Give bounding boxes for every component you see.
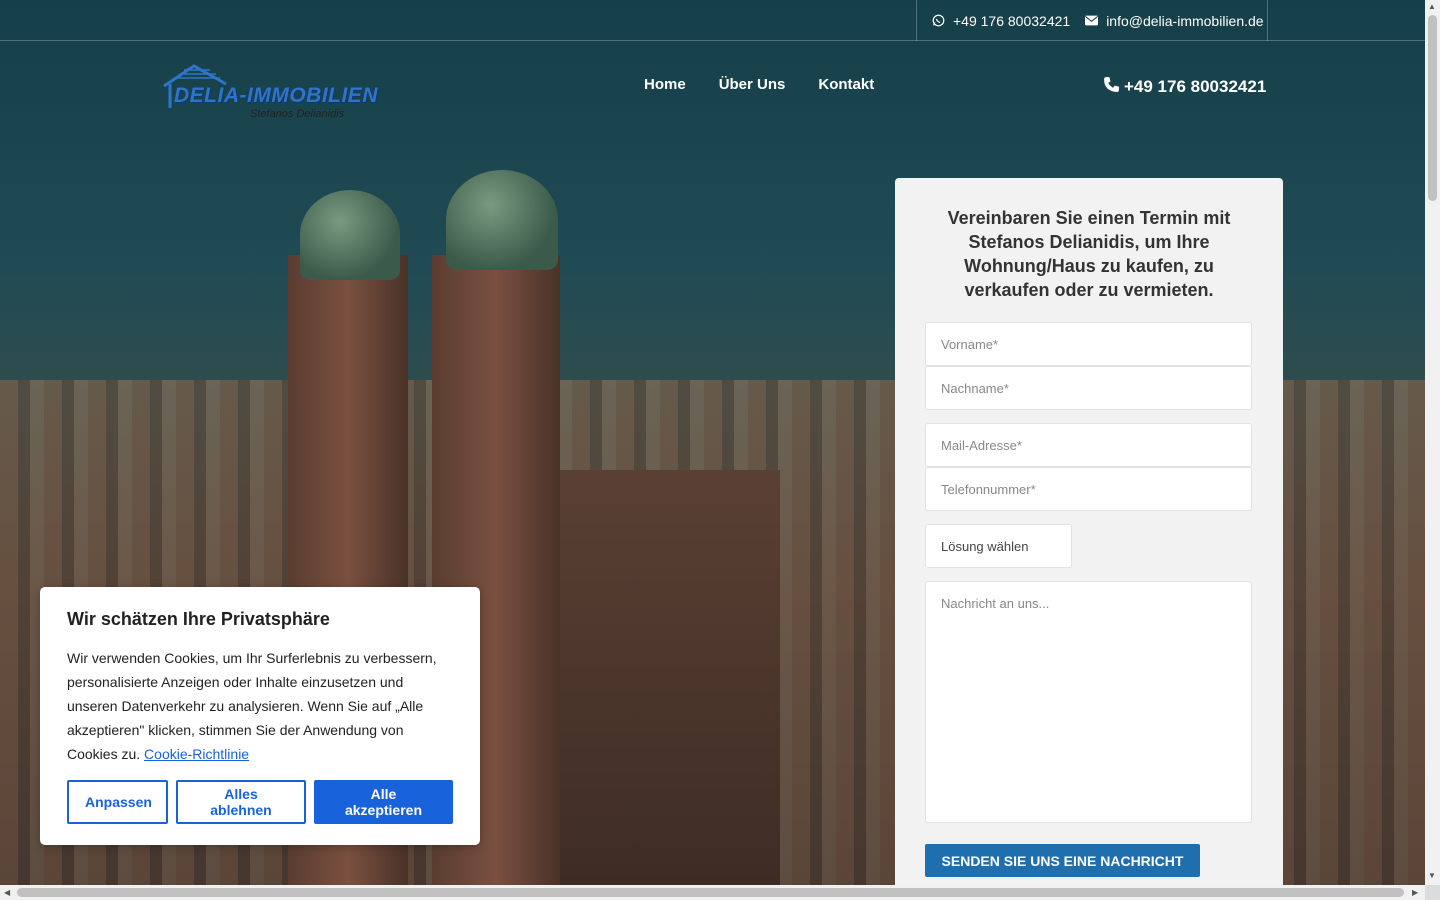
reject-all-button[interactable]: Alles ablehnen [176, 780, 306, 824]
nav-contact[interactable]: Kontakt [818, 76, 874, 93]
top-bar: +49 176 80032421 info@delia-immobilien.d… [0, 0, 1425, 41]
main-nav: Home Über Uns Kontakt [644, 76, 874, 93]
firstname-input[interactable] [925, 322, 1252, 366]
horizontal-scroll-thumb[interactable] [17, 888, 1404, 897]
cookie-description: Wir verwenden Cookies, um Ihr Surferlebn… [67, 650, 437, 762]
form-title: Vereinbaren Sie einen Termin mit Stefano… [947, 208, 1231, 300]
customize-button[interactable]: Anpassen [67, 780, 168, 824]
appointment-form: Vereinbaren Sie einen Termin mit Stefano… [895, 178, 1283, 898]
phone-input[interactable] [925, 467, 1252, 511]
cookie-title: Wir schätzen Ihre Privatsphäre [67, 609, 330, 629]
church-dome-left [300, 190, 400, 280]
vertical-scroll-thumb[interactable] [1428, 15, 1437, 201]
church-dome-right [446, 170, 558, 270]
cookie-text: Wir verwenden Cookies, um Ihr Surferlebn… [67, 646, 453, 766]
cookie-policy-link[interactable]: Cookie-Richtlinie [144, 746, 249, 762]
message-textarea[interactable] [925, 581, 1252, 823]
whatsapp-contact[interactable]: +49 176 80032421 [931, 13, 1070, 29]
accept-all-button[interactable]: Alle akzeptieren [314, 780, 453, 824]
cookie-buttons: Anpassen Alles ablehnen Alle akzeptieren [67, 780, 453, 824]
email-input[interactable] [925, 423, 1252, 467]
nav-home[interactable]: Home [644, 76, 686, 93]
header-phone-link[interactable]: +49 176 80032421 [1103, 76, 1266, 98]
horizontal-scrollbar[interactable]: ◀ ▶ [0, 885, 1425, 900]
scroll-right-arrow-icon[interactable]: ▶ [1412, 888, 1418, 897]
solution-select-label: Lösung wählen [941, 538, 1029, 554]
phone-icon [1103, 76, 1120, 98]
envelope-icon [1084, 14, 1098, 28]
solution-select[interactable]: Lösung wählen [925, 524, 1072, 568]
vertical-scrollbar[interactable]: ▲ ▼ [1425, 0, 1440, 885]
cookie-consent-dialog: Wir schätzen Ihre Privatsphäre Wir verwe… [40, 587, 480, 845]
header-phone-number: +49 176 80032421 [1124, 77, 1267, 96]
logo-subtitle: Stefanos Delianidis [250, 108, 345, 120]
whatsapp-icon [931, 14, 945, 28]
scroll-up-arrow-icon[interactable]: ▲ [1428, 2, 1436, 11]
submit-button[interactable]: SENDEN SIE UNS EINE NACHRICHT [925, 844, 1200, 877]
site-logo[interactable]: DELIA-IMMOBILIEN Stefanos Delianidis [162, 64, 402, 122]
scrollbar-corner [1425, 885, 1440, 900]
email-contact[interactable]: info@delia-immobilien.de [1084, 12, 1264, 29]
scroll-down-arrow-icon[interactable]: ▼ [1428, 871, 1436, 880]
logo-wordmark: DELIA-IMMOBILIEN [174, 84, 378, 107]
email-address: info@delia-immobilien.de [1106, 12, 1264, 29]
whatsapp-number: +49 176 80032421 [953, 12, 1071, 29]
contact-strip: +49 176 80032421 info@delia-immobilien.d… [916, 0, 1268, 41]
scroll-left-arrow-icon[interactable]: ◀ [4, 888, 10, 897]
lastname-input[interactable] [925, 366, 1252, 410]
nav-about[interactable]: Über Uns [719, 76, 786, 93]
